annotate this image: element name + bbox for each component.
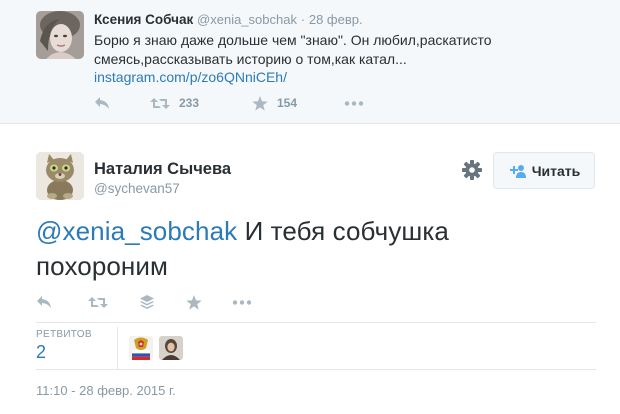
gear-icon xyxy=(462,160,482,180)
favorite-button[interactable]: 154 xyxy=(252,95,344,111)
parent-tweet-link[interactable]: instagram.com/p/zo6QNniCEh/ xyxy=(94,68,534,87)
header-separator: · xyxy=(300,12,306,27)
retweet-icon xyxy=(88,296,108,308)
retweet-icon xyxy=(150,97,170,109)
stats-divider xyxy=(117,327,118,369)
retweeter-avatar[interactable] xyxy=(159,336,183,360)
star-icon xyxy=(186,294,202,310)
retweet-count: 233 xyxy=(179,96,200,110)
reply-button[interactable] xyxy=(36,295,88,309)
parent-tweet-text: Борю я знаю даже дольше чем "знаю". Он л… xyxy=(94,31,534,87)
add-user-icon xyxy=(508,164,526,178)
tweet-stats: РЕТВИТОВ 2 xyxy=(36,327,596,369)
parent-author-name[interactable]: Ксения Собчак xyxy=(94,12,193,27)
settings-button[interactable] xyxy=(461,159,483,181)
divider xyxy=(36,369,596,370)
mention-link[interactable]: @xenia_sobchak xyxy=(36,216,237,246)
reply-button[interactable] xyxy=(94,96,150,110)
retweets-label: РЕТВИТОВ xyxy=(36,329,92,340)
author-avatar[interactable] xyxy=(36,152,84,200)
parent-tweet-actions: 233 154 xyxy=(94,93,364,113)
star-icon xyxy=(252,95,268,111)
more-icon xyxy=(344,100,364,106)
tweet-actions xyxy=(36,292,252,312)
reply-icon xyxy=(37,296,51,308)
tweet-text-line: похороним xyxy=(36,251,168,281)
parent-tweet-date[interactable]: 28 февр. xyxy=(309,12,363,27)
follow-button-label: Читать xyxy=(531,162,581,179)
more-button[interactable] xyxy=(232,299,252,305)
parent-tweet[interactable]: Ксения Собчак @xenia_sobchak · 28 февр. … xyxy=(0,0,620,124)
add-to-collection-button[interactable] xyxy=(140,295,186,309)
stack-icon xyxy=(140,295,154,309)
parent-text-line: смеясь,рассказывать историю о том,как ка… xyxy=(94,50,407,67)
author-name[interactable]: Наталия Сычева xyxy=(94,160,231,179)
tweet-timestamp[interactable]: 11:10 - 28 февр. 2015 г. xyxy=(36,383,176,398)
tweet-text-line: И тебя собчушка xyxy=(237,216,449,246)
retweet-button[interactable]: 233 xyxy=(150,96,252,110)
favorite-button[interactable] xyxy=(186,294,232,310)
more-button[interactable] xyxy=(344,100,364,106)
more-icon xyxy=(232,299,252,305)
parent-text-line: Борю я знаю даже дольше чем "знаю". Он л… xyxy=(94,32,492,48)
retweets-count[interactable]: 2 xyxy=(36,342,46,363)
parent-author-handle[interactable]: @xenia_sobchak xyxy=(197,12,297,27)
tweet-text: @xenia_sobchak И тебя собчушка похороним xyxy=(36,214,596,284)
favorite-count: 154 xyxy=(277,96,298,110)
retweeter-avatar[interactable] xyxy=(129,336,153,360)
retweet-button[interactable] xyxy=(88,296,140,309)
parent-tweet-header: Ксения Собчак @xenia_sobchak · 28 февр. xyxy=(94,12,363,27)
divider xyxy=(36,322,596,323)
follow-button[interactable]: Читать xyxy=(493,152,595,189)
author-handle[interactable]: @sychevan57 xyxy=(94,181,180,196)
reply-icon xyxy=(95,97,109,109)
parent-author-avatar[interactable] xyxy=(36,11,84,59)
